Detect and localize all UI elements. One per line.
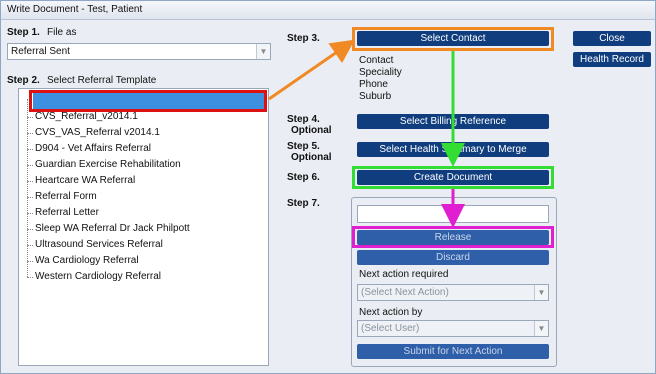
write-document-window: Write Document - Test, Patient Step 1. F… xyxy=(0,0,656,374)
annotation-arrows xyxy=(268,39,465,228)
orange-arrow xyxy=(268,39,355,101)
